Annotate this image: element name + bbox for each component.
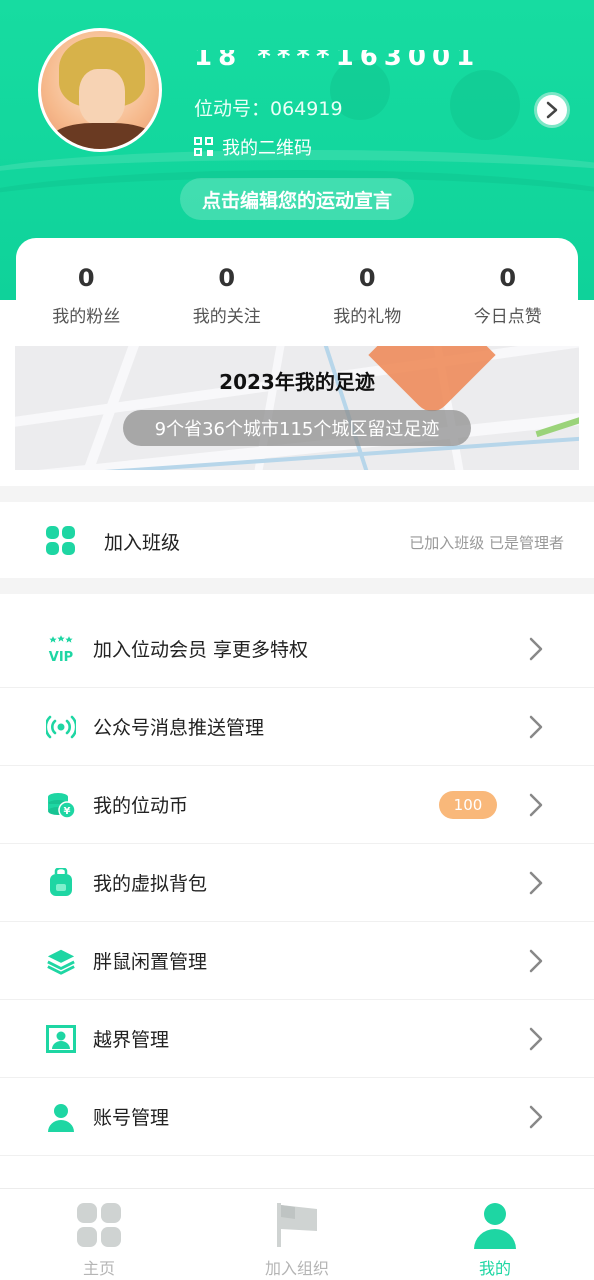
menu-item-vip[interactable]: VIP 加入位动会员 享更多特权 [0,610,594,688]
qr-code-label: 我的二维码 [222,138,312,159]
menu-item-label: 公众号消息推送管理 [93,717,265,739]
menu-item-label: 胖鼠闲置管理 [93,951,208,973]
stat-label: 我的礼物 [333,307,402,327]
join-class-row[interactable]: 加入班级 已加入班级 已是管理者 [0,502,594,578]
section-divider [0,578,594,594]
stat-value: 0 [218,264,236,292]
stats-panel: 0 我的粉丝 0 我的关注 0 我的礼物 0 今日点赞 [16,238,578,338]
svg-text:VIP: VIP [49,650,73,663]
menu-item-boundary[interactable]: 越界管理 [0,1000,594,1078]
portrait-icon [46,1024,76,1054]
coin-balance-badge: 100 [439,790,497,819]
user-id: 位动号：064919 [194,98,343,120]
qr-code-link[interactable]: 我的二维码 [194,134,312,160]
menu-item-coins[interactable]: ¥ 我的位动币 100 [0,766,594,844]
avatar[interactable] [38,28,162,152]
class-status-text: 已加入班级 已是管理者 [409,534,564,552]
section-divider [0,486,594,502]
qr-code-icon [194,137,214,157]
profile-icon [474,1203,516,1249]
chevron-right-icon [529,1027,543,1050]
layers-icon [46,946,76,976]
menu-item-account[interactable]: 账号管理 [0,1078,594,1156]
flag-icon [277,1203,317,1247]
stat-label: 我的粉丝 [52,307,121,327]
settings-menu: VIP 加入位动会员 享更多特权 公众号消息推送管理 ¥ 我的位动币 100 我… [0,610,594,1156]
menu-item-backpack[interactable]: 我的虚拟背包 [0,844,594,922]
footprint-card[interactable]: 2023年我的足迹 9个省36个城市115个城区留过足迹 [15,346,579,470]
menu-item-push-settings[interactable]: 公众号消息推送管理 [0,688,594,766]
stat-value: 0 [77,264,95,292]
chevron-right-icon [529,949,543,972]
user-nickname: 18 ****163001 [194,50,481,72]
stat-gifts[interactable]: 0 我的礼物 [297,238,438,338]
home-grid-icon [77,1203,121,1247]
chevron-right-icon [529,793,543,816]
chevron-right-icon [529,871,543,894]
menu-item-label: 我的位动币 [93,795,189,817]
join-class-label: 加入班级 [104,532,181,554]
chevron-right-icon [529,1105,543,1128]
tab-label: 加入组织 [264,1259,329,1278]
tab-home[interactable]: 主页 [0,1189,198,1280]
footprint-summary: 9个省36个城市115个城区留过足迹 [123,410,471,446]
footprint-title: 2023年我的足迹 [219,370,375,394]
runner-silhouette-decoration [450,70,520,140]
broadcast-icon [46,712,76,742]
stat-following[interactable]: 0 我的关注 [157,238,298,338]
grid-icon [46,526,76,556]
stat-label: 我的关注 [192,307,261,327]
stat-value: 0 [358,264,376,292]
vip-icon: VIP [46,634,76,664]
stat-label: 今日点赞 [473,307,542,327]
chevron-right-icon [529,637,543,660]
menu-item-idle-goods[interactable]: 胖鼠闲置管理 [0,922,594,1000]
menu-item-label: 账号管理 [93,1107,170,1129]
menu-item-label: 加入位动会员 享更多特权 [93,639,309,661]
profile-detail-button[interactable] [534,92,570,128]
backpack-icon [46,868,76,898]
tab-label: 主页 [82,1259,115,1278]
bottom-tab-bar: 主页 加入组织 我的 [0,1188,594,1280]
tab-label: 我的 [478,1259,511,1278]
user-icon [46,1102,76,1132]
menu-item-label: 越界管理 [93,1029,170,1051]
chevron-right-icon [529,715,543,738]
svg-text:¥: ¥ [64,806,71,817]
coin-icon: ¥ [46,790,76,820]
stat-likes-today[interactable]: 0 今日点赞 [438,238,579,338]
stat-fans[interactable]: 0 我的粉丝 [16,238,157,338]
stat-value: 0 [499,264,517,292]
edit-slogan-button[interactable]: 点击编辑您的运动宣言 [180,178,414,220]
chevron-right-icon [546,101,558,119]
menu-item-label: 我的虚拟背包 [93,873,208,895]
tab-join-org[interactable]: 加入组织 [198,1189,396,1280]
tab-mine[interactable]: 我的 [396,1189,594,1280]
